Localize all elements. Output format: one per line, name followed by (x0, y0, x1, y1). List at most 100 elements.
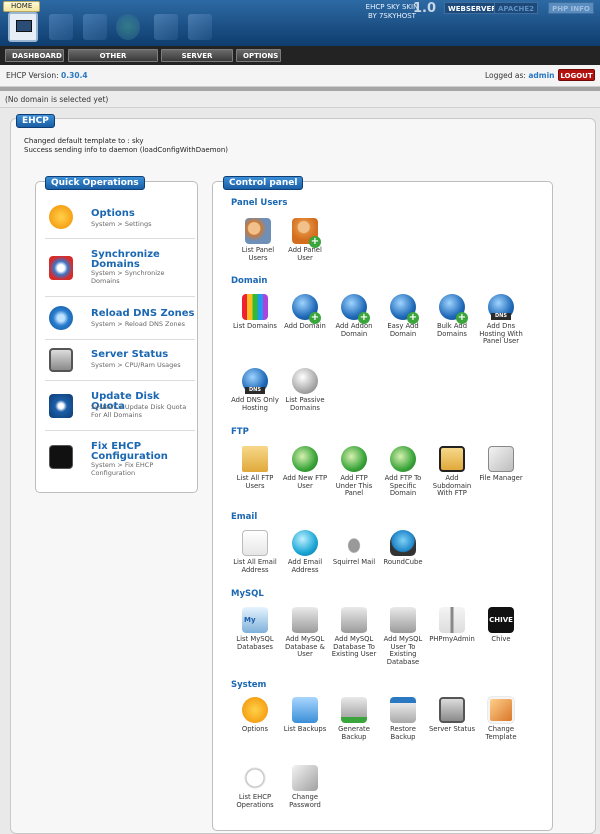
cp-file-manager[interactable]: File Manager (476, 446, 526, 483)
cp-list-panel-users[interactable]: List Panel Users (233, 218, 283, 262)
squirrel-icon (341, 530, 367, 556)
cp-list-email[interactable]: List All Email Address (230, 530, 280, 574)
home-tab[interactable]: HOME (3, 1, 41, 12)
cp-generate-backup[interactable]: Generate Backup (329, 697, 379, 741)
key-icon (292, 765, 318, 791)
quick-op-title[interactable]: Options (91, 209, 135, 219)
version-label: EHCP Version: (6, 71, 59, 80)
email-add-icon (292, 530, 318, 556)
cp-item-label: Add Addon Domain (335, 322, 373, 338)
ftp-add-icon (292, 446, 318, 472)
monitor-icon (439, 697, 465, 723)
quick-op-fix-config[interactable]: Fix EHCP Configuration System > Fix EHCP… (45, 431, 195, 483)
quick-op-reload-dns[interactable]: Reload DNS Zones System > Reload DNS Zon… (45, 297, 195, 340)
version-value: 0.30.4 (61, 71, 88, 80)
quick-op-subtitle: System > Update Disk Quota For All Domai… (91, 403, 187, 419)
quick-op-update-quota[interactable]: Update Disk Quota System > Update Disk Q… (45, 381, 195, 431)
cp-add-email[interactable]: Add Email Address (280, 530, 330, 574)
nav-server-status[interactable]: SERVER STATUS (161, 49, 233, 73)
cp-add-dns-hosting[interactable]: DNS Add Dns Hosting With Panel User (476, 294, 526, 346)
cp-item-label: Easy Add Domain (387, 322, 419, 338)
window-icon[interactable] (83, 14, 107, 40)
quick-op-title[interactable]: Synchronize Domains (91, 250, 181, 270)
users-icon[interactable] (154, 14, 178, 40)
cp-system-options[interactable]: Options (230, 697, 280, 734)
cp-list-domains[interactable]: List Domains (230, 294, 280, 331)
cp-list-backups[interactable]: List Backups (280, 697, 330, 734)
cp-add-dns-only-hosting[interactable]: DNS Add DNS Only Hosting (230, 368, 280, 412)
cp-item-label: Change Password (289, 793, 321, 809)
dns-globe-icon: DNS (488, 294, 514, 320)
cp-add-mysql-db-user[interactable]: Add MySQL Database & User (280, 607, 330, 659)
nav-options[interactable]: OPTIONS (236, 49, 281, 62)
cp-add-ftp-to-domain[interactable]: Add FTP To Specific Domain (378, 446, 428, 498)
cp-chive[interactable]: CHIVE Chive (476, 607, 526, 644)
sync-icon (49, 255, 73, 280)
cp-add-mysql-user-existing-db[interactable]: Add MySQL User To Existing Database (378, 607, 428, 666)
nav-other-operations[interactable]: OTHER OPERATIONS (68, 49, 158, 73)
cp-item-label: Add FTP To Specific Domain (384, 474, 422, 497)
quick-op-title[interactable]: Reload DNS Zones (91, 309, 195, 319)
status-message: Success sending info to daemon (loadConf… (24, 145, 228, 154)
domains-icon[interactable] (49, 14, 73, 40)
quick-op-options[interactable]: Options System > Settings (45, 196, 195, 239)
cp-add-panel-user[interactable]: Add Panel User (280, 218, 330, 262)
cp-phpmyadmin[interactable]: PHPmyAdmin (427, 607, 477, 644)
logged-user[interactable]: admin (528, 71, 554, 80)
home-monitor-icon[interactable] (8, 12, 38, 42)
domain-status: (No domain is selected yet) (5, 95, 109, 104)
picture-icon (488, 697, 514, 723)
subdomain-icon (439, 446, 465, 472)
cp-item-label: Add DNS Only Hosting (231, 396, 279, 412)
cp-change-template[interactable]: Change Template (476, 697, 526, 741)
cp-list-passive-domains[interactable]: List Passive Domains (280, 368, 330, 412)
cp-item-label: Generate Backup (338, 725, 370, 741)
disk-icon (49, 393, 73, 418)
cp-add-addon-domain[interactable]: Add Addon Domain (329, 294, 379, 338)
quick-op-synchronize[interactable]: Synchronize Domains System > Synchronize… (45, 239, 195, 297)
cp-restore-backup[interactable]: Restore Backup (378, 697, 428, 741)
cp-item-label: Change Template (485, 725, 517, 741)
cp-add-mysql-db-existing-user[interactable]: Add MySQL Database To Existing User (329, 607, 379, 659)
cp-add-domain[interactable]: Add Domain (280, 294, 330, 331)
mysql-icon: My (242, 607, 268, 633)
dns-globe-icon: DNS (242, 368, 268, 394)
cp-add-new-ftp-user[interactable]: Add New FTP User (280, 446, 330, 490)
spinner-icon (242, 765, 268, 791)
cp-list-ftp-users[interactable]: List All FTP Users (230, 446, 280, 490)
file-manager-icon (488, 446, 514, 472)
cp-item-label: Options (241, 725, 269, 733)
cp-roundcube[interactable]: RoundCube (378, 530, 428, 567)
quick-op-subtitle: System > Fix EHCP Configuration (91, 461, 154, 477)
cp-change-password[interactable]: Change Password (280, 765, 330, 809)
ftp-add-icon (341, 446, 367, 472)
cp-easy-add-domain[interactable]: Easy Add Domain (378, 294, 428, 338)
cp-item-label: Restore Backup (390, 725, 416, 741)
cp-bulk-add-domains[interactable]: Bulk Add Domains (427, 294, 477, 338)
cp-item-label: Add Dns Hosting With Panel User (479, 322, 523, 345)
database-add-icon (292, 607, 318, 633)
webserver-value: APACHE2 (494, 2, 538, 14)
globe-icon[interactable] (116, 14, 140, 40)
cp-system-server-status[interactable]: Server Status (427, 697, 477, 734)
domain-status-bar: (No domain is selected yet) (0, 91, 600, 108)
nav-dashboard[interactable]: DASHBOARD (5, 49, 64, 62)
cp-add-ftp-under-panel[interactable]: Add FTP Under This Panel (329, 446, 379, 498)
quick-op-server-status[interactable]: Server Status System > CPU/Ram Usages (45, 340, 195, 381)
quick-op-title[interactable]: Fix EHCP Configuration (91, 442, 181, 462)
settings-icon[interactable] (188, 14, 212, 40)
cp-add-subdomain-ftp[interactable]: Add Subdomain With FTP (427, 446, 477, 498)
cp-list-ehcp-operations[interactable]: List EHCP Operations (230, 765, 280, 809)
folder-users-icon (242, 446, 268, 472)
add-user-icon (292, 218, 321, 248)
info-icon (49, 205, 73, 229)
logout-button[interactable]: LOGOUT (558, 69, 595, 81)
logged-label: Logged as: (485, 71, 526, 80)
cp-squirrel-mail[interactable]: Squirrel Mail (329, 530, 379, 567)
ehcp-badge: EHCP (16, 114, 55, 128)
phpinfo-button[interactable]: PHP INFO (548, 2, 594, 14)
cp-item-label: List Domains (233, 322, 277, 330)
quick-op-subtitle: System > CPU/Ram Usages (91, 361, 181, 369)
quick-op-title[interactable]: Server Status (91, 350, 168, 360)
cp-list-mysql[interactable]: My List MySQL Databases (230, 607, 280, 651)
